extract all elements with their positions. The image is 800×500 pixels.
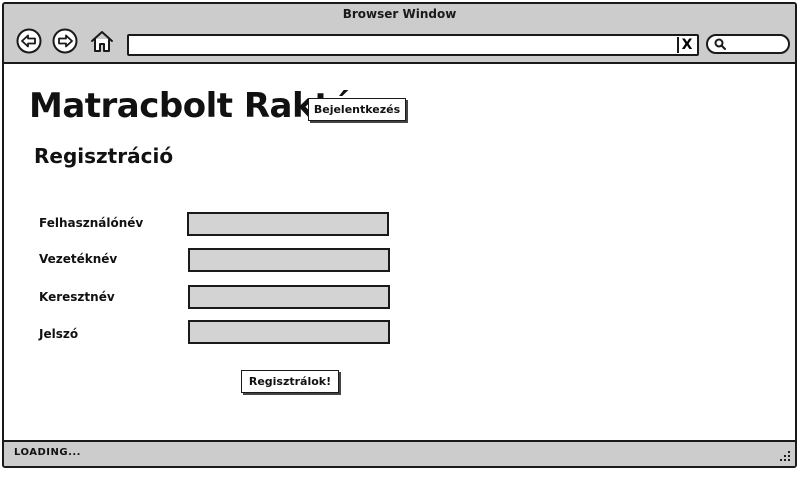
home-icon	[91, 31, 113, 52]
page-content: Matracbolt Raktár Bejelentkezés Regisztr…	[4, 64, 795, 444]
status-text: LOADING...	[14, 447, 81, 458]
url-input[interactable]	[133, 37, 669, 53]
home-button[interactable]	[89, 28, 115, 54]
back-arrow-icon	[16, 28, 42, 54]
browser-chrome: Browser Window X	[4, 4, 795, 64]
resize-grip-icon[interactable]	[777, 448, 791, 462]
password-input[interactable]	[188, 320, 390, 344]
status-bar: LOADING...	[4, 440, 795, 466]
clear-url-button[interactable]: X	[677, 37, 695, 53]
forward-arrow-icon	[52, 28, 78, 54]
browser-window: Browser Window X Matracbolt Raktár Bejel…	[2, 2, 797, 468]
forward-button[interactable]	[52, 28, 78, 54]
browser-search-box[interactable]	[706, 34, 790, 54]
window-title: Browser Window	[342, 7, 457, 21]
username-input[interactable]	[187, 212, 389, 236]
first-name-input[interactable]	[188, 285, 390, 309]
last-name-label: Vezetéknév	[39, 252, 118, 266]
username-label: Felhasználónév	[39, 216, 144, 230]
registration-title: Regisztráció	[34, 144, 174, 168]
login-button[interactable]: Bejelentkezés	[308, 98, 406, 121]
first-name-label: Keresztnév	[39, 290, 115, 304]
register-button[interactable]: Regisztrálok!	[241, 370, 339, 393]
address-bar[interactable]: X	[127, 34, 699, 56]
password-label: Jelszó	[39, 327, 79, 341]
last-name-input[interactable]	[188, 248, 390, 272]
search-icon	[714, 38, 726, 50]
back-button[interactable]	[16, 28, 42, 54]
